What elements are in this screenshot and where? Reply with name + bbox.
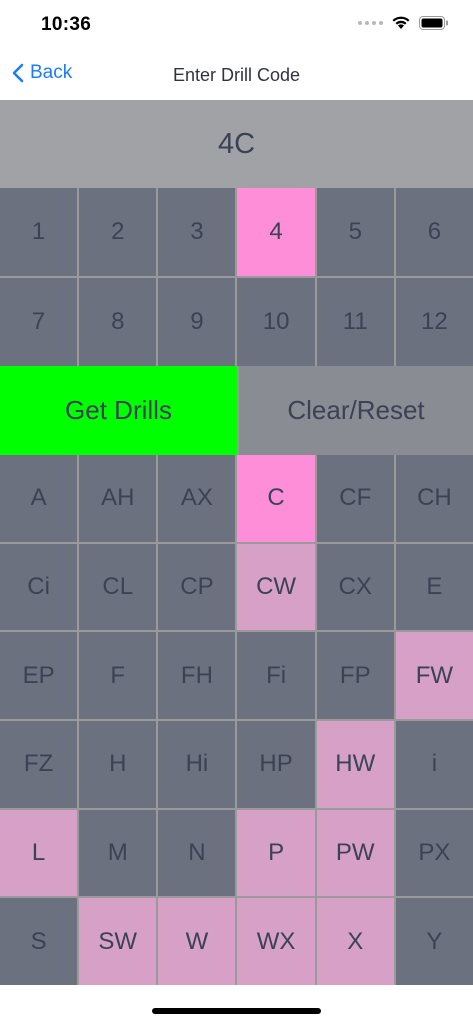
code-key-c[interactable]: C	[237, 455, 315, 542]
code-key-hw[interactable]: HW	[316, 720, 394, 808]
status-time: 10:36	[41, 14, 92, 35]
code-key-e[interactable]: E	[395, 543, 473, 631]
number-key-4[interactable]: 4	[237, 188, 315, 276]
code-key-px[interactable]: PX	[395, 809, 473, 897]
code-key-i[interactable]: i	[395, 720, 473, 808]
code-key-f[interactable]: F	[79, 632, 157, 719]
battery-icon	[419, 15, 448, 30]
code-key-cx[interactable]: CX	[316, 543, 394, 631]
code-key-ah[interactable]: AH	[79, 455, 157, 542]
code-key-cl[interactable]: CL	[79, 543, 157, 631]
clear-reset-button[interactable]: Clear/Reset	[237, 366, 473, 455]
code-key-p[interactable]: P	[237, 809, 315, 897]
code-key-y[interactable]: Y	[395, 898, 473, 985]
code-key-ax[interactable]: AX	[158, 455, 236, 542]
code-key-fi[interactable]: Fi	[237, 632, 315, 719]
navigation-bar: Back Enter Drill Code	[0, 52, 473, 100]
number-key-3[interactable]: 3	[158, 188, 236, 276]
status-bar: 10:36	[0, 0, 473, 52]
home-area	[0, 985, 473, 1024]
code-key-fz[interactable]: FZ	[0, 720, 78, 808]
code-key-pw[interactable]: PW	[316, 809, 394, 897]
code-key-s[interactable]: S	[0, 898, 78, 985]
number-key-9[interactable]: 9	[158, 278, 236, 366]
number-key-5[interactable]: 5	[316, 188, 394, 276]
code-key-ch[interactable]: CH	[395, 455, 473, 542]
code-key-cp[interactable]: CP	[158, 543, 236, 631]
code-key-ci[interactable]: Ci	[0, 543, 78, 631]
code-key-m[interactable]: M	[79, 809, 157, 897]
cellular-signal-icon	[358, 20, 383, 25]
code-key-hi[interactable]: Hi	[158, 720, 236, 808]
number-keypad: 1 2 3 4 5 6 7 8 9 10 11 12	[0, 188, 473, 366]
code-key-w[interactable]: W	[158, 898, 236, 985]
number-key-1[interactable]: 1	[0, 188, 78, 276]
code-key-a[interactable]: A	[0, 455, 78, 542]
number-key-12[interactable]: 12	[395, 278, 473, 366]
code-key-ep[interactable]: EP	[0, 632, 78, 719]
number-key-6[interactable]: 6	[395, 188, 473, 276]
number-key-2[interactable]: 2	[79, 188, 157, 276]
code-key-fw[interactable]: FW	[395, 632, 473, 719]
number-key-11[interactable]: 11	[316, 278, 394, 366]
code-key-wx[interactable]: WX	[237, 898, 315, 985]
drill-code-display: 4C	[0, 100, 473, 188]
number-key-8[interactable]: 8	[79, 278, 157, 366]
home-indicator	[152, 1008, 321, 1014]
code-key-sw[interactable]: SW	[79, 898, 157, 985]
code-key-cf[interactable]: CF	[316, 455, 394, 542]
status-icons	[358, 15, 449, 30]
page-title: Enter Drill Code	[172, 65, 301, 85]
number-key-10[interactable]: 10	[237, 278, 315, 366]
code-key-n[interactable]: N	[158, 809, 236, 897]
action-row: Get Drills Clear/Reset	[0, 366, 473, 455]
get-drills-button[interactable]: Get Drills	[0, 366, 237, 455]
wifi-icon	[392, 16, 410, 29]
code-key-x[interactable]: X	[316, 898, 394, 985]
code-key-fh[interactable]: FH	[158, 632, 236, 719]
code-key-cw[interactable]: CW	[237, 543, 315, 631]
code-key-h[interactable]: H	[79, 720, 157, 808]
code-keypad: A AH AX C CF CH Ci CL CP CW CX E EP F FH Fi FP FW FZ H Hi HP H…	[0, 455, 473, 985]
code-key-hp[interactable]: HP	[237, 720, 315, 808]
code-key-l[interactable]: L	[0, 809, 78, 897]
number-key-7[interactable]: 7	[0, 278, 78, 366]
code-key-fp[interactable]: FP	[316, 632, 394, 719]
